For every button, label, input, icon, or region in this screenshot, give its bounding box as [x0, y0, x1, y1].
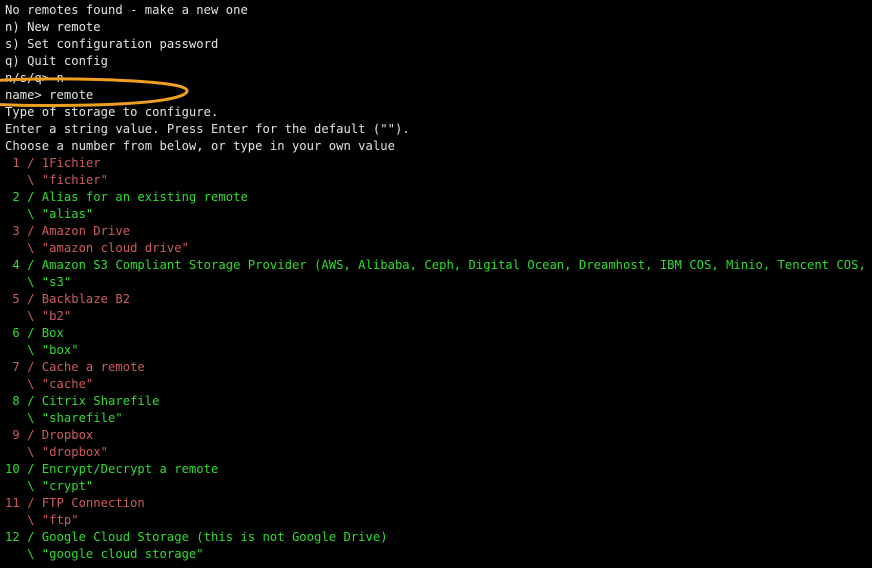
storage-option-value-1: \ "fichier" — [5, 173, 109, 187]
output-line-2: s) Set configuration password — [5, 37, 219, 51]
storage-option-5[interactable]: 5 / Backblaze B2 — [5, 291, 872, 308]
storage-option-value-7: \ "cache" — [5, 377, 94, 391]
output-line-6: Type of storage to configure. — [5, 105, 219, 119]
storage-option-value-11: \ "ftp" — [5, 513, 79, 527]
storage-option-8[interactable]: 8 / Citrix Sharefile — [5, 393, 872, 410]
storage-option-value-6: \ "box" — [5, 343, 79, 357]
storage-option-6[interactable]: 6 / Box — [5, 325, 872, 342]
storage-option-3[interactable]: 3 / Amazon Drive — [5, 223, 872, 240]
prompt-line-5[interactable]: name> remote — [5, 87, 872, 104]
output-line-3: q) Quit config — [5, 54, 109, 68]
storage-option-value-12: \ "google cloud storage" — [5, 547, 204, 561]
storage-option-10[interactable]: 10 / Encrypt/Decrypt a remote — [5, 461, 872, 478]
prompt-line-4[interactable]: n/s/q> n — [5, 70, 872, 87]
storage-option-9[interactable]: 9 / Dropbox — [5, 427, 872, 444]
output-line-8: Choose a number from below, or type in y… — [5, 139, 395, 153]
storage-option-4[interactable]: 4 / Amazon S3 Compliant Storage Provider… — [5, 257, 872, 274]
storage-option-value-3: \ "amazon cloud drive" — [5, 241, 189, 255]
storage-option-2[interactable]: 2 / Alias for an existing remote — [5, 189, 872, 206]
output-line-1: n) New remote — [5, 20, 101, 34]
storage-option-value-4: \ "s3" — [5, 275, 72, 289]
storage-option-value-2: \ "alias" — [5, 207, 94, 221]
storage-option-value-9: \ "dropbox" — [5, 445, 109, 459]
terminal-window: No remotes found - make a new one n) New … — [0, 0, 872, 568]
output-line-0: No remotes found - make a new one — [5, 3, 248, 17]
storage-option-12[interactable]: 12 / Google Cloud Storage (this is not G… — [5, 529, 872, 546]
storage-option-value-8: \ "sharefile" — [5, 411, 123, 425]
storage-option-7[interactable]: 7 / Cache a remote — [5, 359, 872, 376]
storage-option-1[interactable]: 1 / 1Fichier — [5, 155, 872, 172]
terminal-output[interactable]: No remotes found - make a new one n) New … — [0, 0, 872, 563]
storage-option-value-10: \ "crypt" — [5, 479, 94, 493]
storage-option-11[interactable]: 11 / FTP Connection — [5, 495, 872, 512]
output-line-7: Enter a string value. Press Enter for th… — [5, 122, 410, 136]
storage-option-value-5: \ "b2" — [5, 309, 72, 323]
